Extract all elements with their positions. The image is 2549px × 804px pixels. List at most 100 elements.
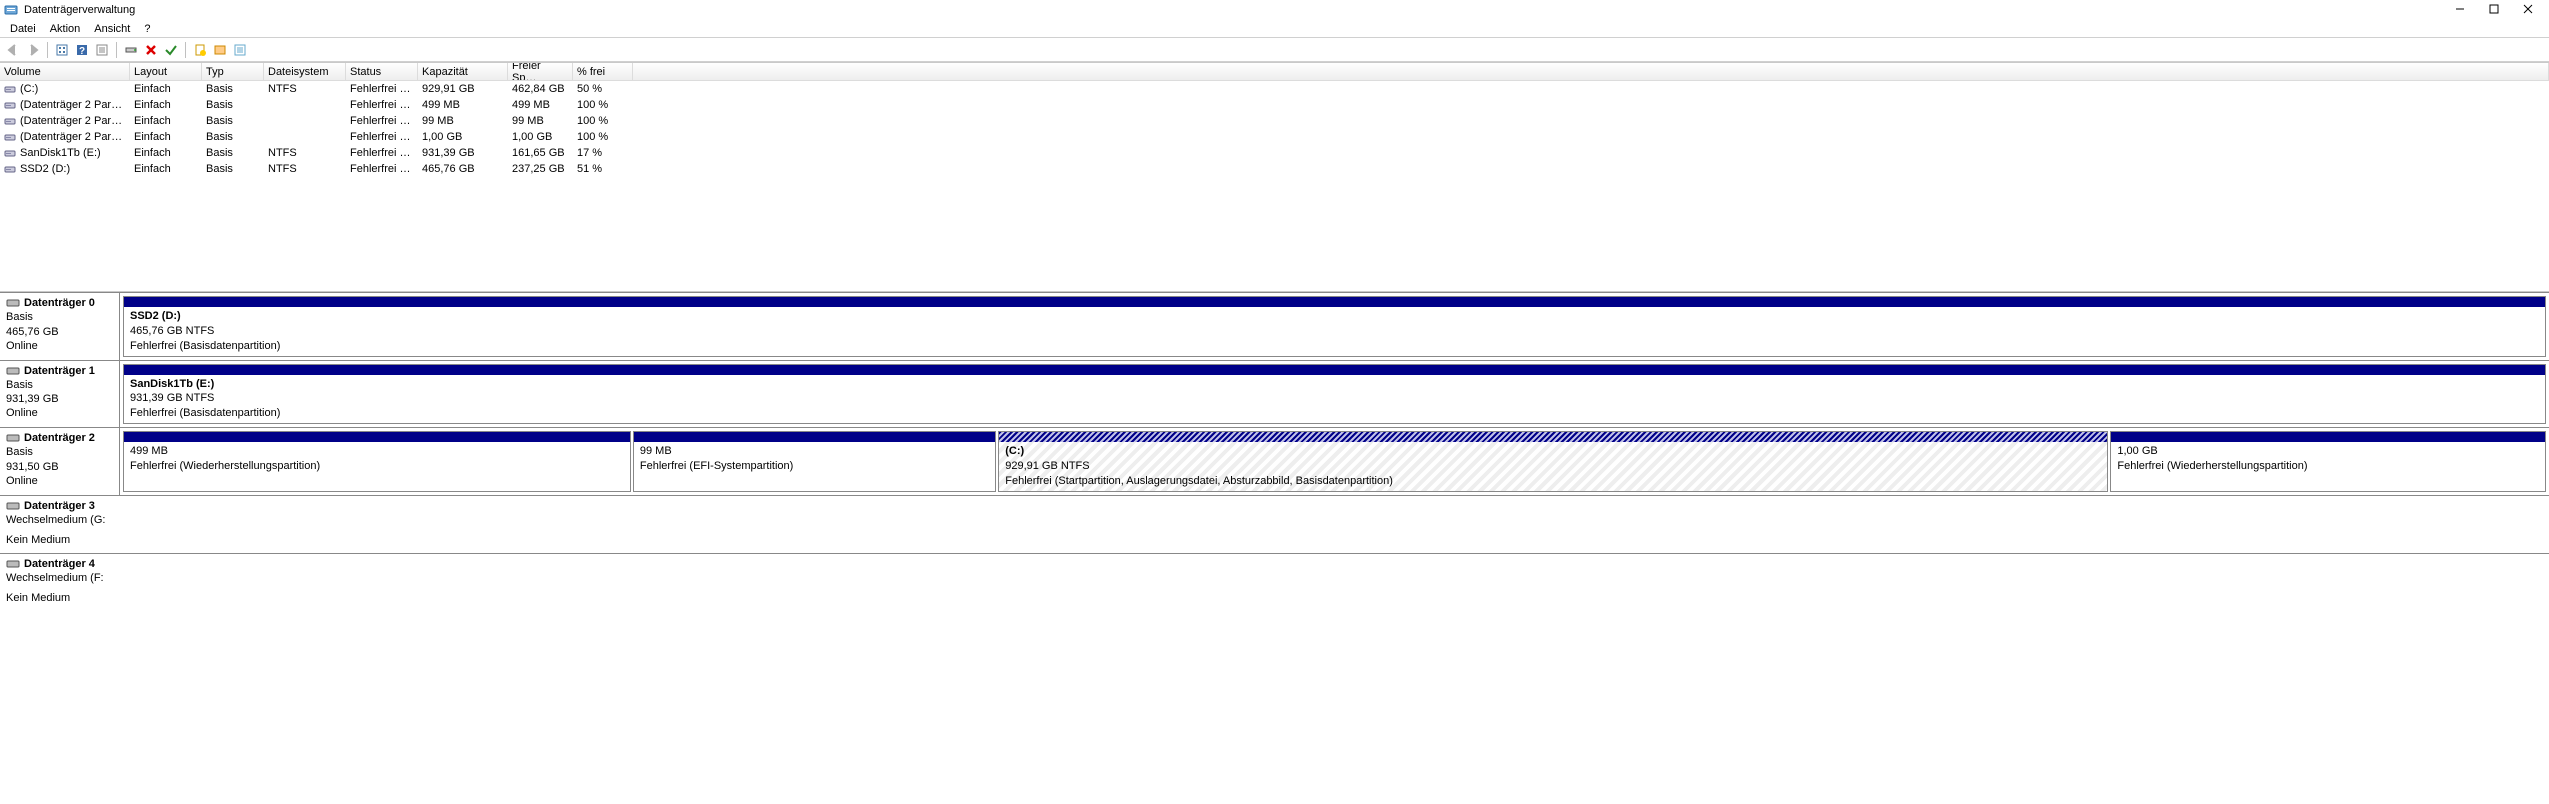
volume-cap: 929,91 GB — [418, 83, 508, 95]
volume-typ: Basis — [202, 83, 264, 95]
volume-fs: NTFS — [264, 163, 346, 175]
volume-cap: 465,76 GB — [418, 163, 508, 175]
partition-size: 465,76 GB NTFS — [130, 324, 2539, 339]
list-icon[interactable] — [231, 41, 249, 59]
connect-icon[interactable] — [122, 41, 140, 59]
volume-name: (C:) — [20, 83, 38, 95]
hdd-icon — [6, 501, 20, 511]
disk-partitions — [120, 496, 2549, 553]
partition[interactable]: 499 MBFehlerfrei (Wiederherstellungspart… — [123, 431, 631, 492]
close-button[interactable] — [2517, 4, 2539, 17]
partition-stripe — [124, 365, 2545, 375]
hdd-icon — [6, 433, 20, 443]
drive-icon — [4, 163, 16, 175]
volume-free: 1,00 GB — [508, 131, 573, 143]
volume-cap: 931,39 GB — [418, 147, 508, 159]
disk-size: 465,76 GB — [6, 325, 113, 339]
partition-size: 929,91 GB NTFS — [1005, 459, 2101, 474]
refresh-button[interactable]: ? — [73, 41, 91, 59]
menubar: Datei Aktion Ansicht ? — [0, 20, 2549, 38]
volume-pct: 100 % — [573, 99, 633, 111]
volume-layout: Einfach — [130, 147, 202, 159]
partition[interactable]: 1,00 GBFehlerfrei (Wiederherstellungspar… — [2110, 431, 2546, 492]
volume-row[interactable]: (C:)EinfachBasisNTFSFehlerfrei (…929,91 … — [0, 81, 2549, 97]
disk-row: Datenträger 2Basis931,50 GBOnline499 MBF… — [0, 427, 2549, 495]
menu-help[interactable]: ? — [138, 23, 156, 35]
disk-info[interactable]: Datenträger 1Basis931,39 GBOnline — [0, 361, 120, 428]
partition-title: SSD2 (D:) — [130, 309, 2539, 324]
drive-icon — [4, 131, 16, 143]
partition-size: 1,00 GB — [2117, 444, 2539, 459]
col-header-layout[interactable]: Layout — [130, 63, 202, 80]
menu-action[interactable]: Aktion — [44, 23, 87, 35]
col-header-pct[interactable]: % frei — [573, 63, 633, 80]
disk-type: Basis — [6, 445, 113, 459]
disk-icon[interactable] — [211, 41, 229, 59]
menu-file[interactable]: Datei — [4, 23, 42, 35]
volume-status: Fehlerfrei (… — [346, 147, 418, 159]
partition-stripe — [634, 432, 995, 442]
volume-cap: 499 MB — [418, 99, 508, 111]
warning-icon[interactable] — [191, 41, 209, 59]
hdd-icon — [6, 559, 20, 569]
volume-row[interactable]: (Datenträger 2 Par…EinfachBasisFehlerfre… — [0, 97, 2549, 113]
back-button[interactable] — [4, 41, 22, 59]
col-header-typ[interactable]: Typ — [202, 63, 264, 80]
volume-layout: Einfach — [130, 131, 202, 143]
disk-info[interactable]: Datenträger 4Wechselmedium (F:Kein Mediu… — [0, 554, 120, 611]
drive-icon — [4, 115, 16, 127]
disk-name: Datenträger 0 — [24, 296, 95, 310]
drive-icon — [4, 99, 16, 111]
volume-row[interactable]: (Datenträger 2 Par…EinfachBasisFehlerfre… — [0, 129, 2549, 145]
hdd-icon — [6, 366, 20, 376]
disk-name: Datenträger 4 — [24, 557, 95, 571]
disk-name: Datenträger 2 — [24, 431, 95, 445]
partition-detail: Fehlerfrei (Startpartition, Auslagerungs… — [1005, 474, 2101, 489]
partition-detail: Fehlerfrei (Basisdatenpartition) — [130, 339, 2539, 354]
volume-row[interactable]: SanDisk1Tb (E:)EinfachBasisNTFSFehlerfre… — [0, 145, 2549, 161]
drive-icon — [4, 147, 16, 159]
disk-row: Datenträger 3Wechselmedium (G:Kein Mediu… — [0, 495, 2549, 553]
partition-size: 499 MB — [130, 444, 624, 459]
maximize-button[interactable] — [2483, 4, 2505, 17]
drive-icon — [4, 83, 16, 95]
volume-list-body: (C:)EinfachBasisNTFSFehlerfrei (…929,91 … — [0, 81, 2549, 291]
volume-row[interactable]: (Datenträger 2 Par…EinfachBasisFehlerfre… — [0, 113, 2549, 129]
disk-info[interactable]: Datenträger 2Basis931,50 GBOnline — [0, 428, 120, 495]
check-icon[interactable] — [162, 41, 180, 59]
volume-fs: NTFS — [264, 147, 346, 159]
disk-info[interactable]: Datenträger 0Basis465,76 GBOnline — [0, 293, 120, 360]
menu-view[interactable]: Ansicht — [88, 23, 136, 35]
partition-detail: Fehlerfrei (Basisdatenpartition) — [130, 406, 2539, 421]
volume-typ: Basis — [202, 99, 264, 111]
disk-info[interactable]: Datenträger 3Wechselmedium (G:Kein Mediu… — [0, 496, 120, 553]
col-header-free[interactable]: Freier Sp… — [508, 63, 573, 80]
partition[interactable]: 99 MBFehlerfrei (EFI-Systempartition) — [633, 431, 996, 492]
disk-row: Datenträger 1Basis931,39 GBOnlineSanDisk… — [0, 360, 2549, 428]
volume-pct: 51 % — [573, 163, 633, 175]
hdd-icon — [6, 298, 20, 308]
partition[interactable]: SanDisk1Tb (E:)931,39 GB NTFSFehlerfrei … — [123, 364, 2546, 425]
forward-button[interactable] — [24, 41, 42, 59]
col-header-volume[interactable]: Volume — [0, 63, 130, 80]
disk-state: Kein Medium — [6, 591, 114, 605]
delete-icon[interactable] — [142, 41, 160, 59]
volume-typ: Basis — [202, 131, 264, 143]
col-header-cap[interactable]: Kapazität — [418, 63, 508, 80]
properties-button[interactable] — [93, 41, 111, 59]
col-header-fs[interactable]: Dateisystem — [264, 63, 346, 80]
disk-partitions: SSD2 (D:)465,76 GB NTFSFehlerfrei (Basis… — [120, 293, 2549, 360]
col-header-status[interactable]: Status — [346, 63, 418, 80]
volume-cap: 99 MB — [418, 115, 508, 127]
volume-row[interactable]: SSD2 (D:)EinfachBasisNTFSFehlerfrei (…46… — [0, 161, 2549, 177]
volume-pct: 100 % — [573, 131, 633, 143]
disk-row: Datenträger 4Wechselmedium (F:Kein Mediu… — [0, 553, 2549, 611]
volume-layout: Einfach — [130, 83, 202, 95]
volume-free: 462,84 GB — [508, 83, 573, 95]
partition[interactable]: SSD2 (D:)465,76 GB NTFSFehlerfrei (Basis… — [123, 296, 2546, 357]
minimize-button[interactable] — [2449, 4, 2471, 17]
titlebar: Datenträgerverwaltung — [0, 0, 2549, 20]
volume-typ: Basis — [202, 163, 264, 175]
partition[interactable]: (C:)929,91 GB NTFSFehlerfrei (Startparti… — [998, 431, 2108, 492]
view-large-icon[interactable] — [53, 41, 71, 59]
